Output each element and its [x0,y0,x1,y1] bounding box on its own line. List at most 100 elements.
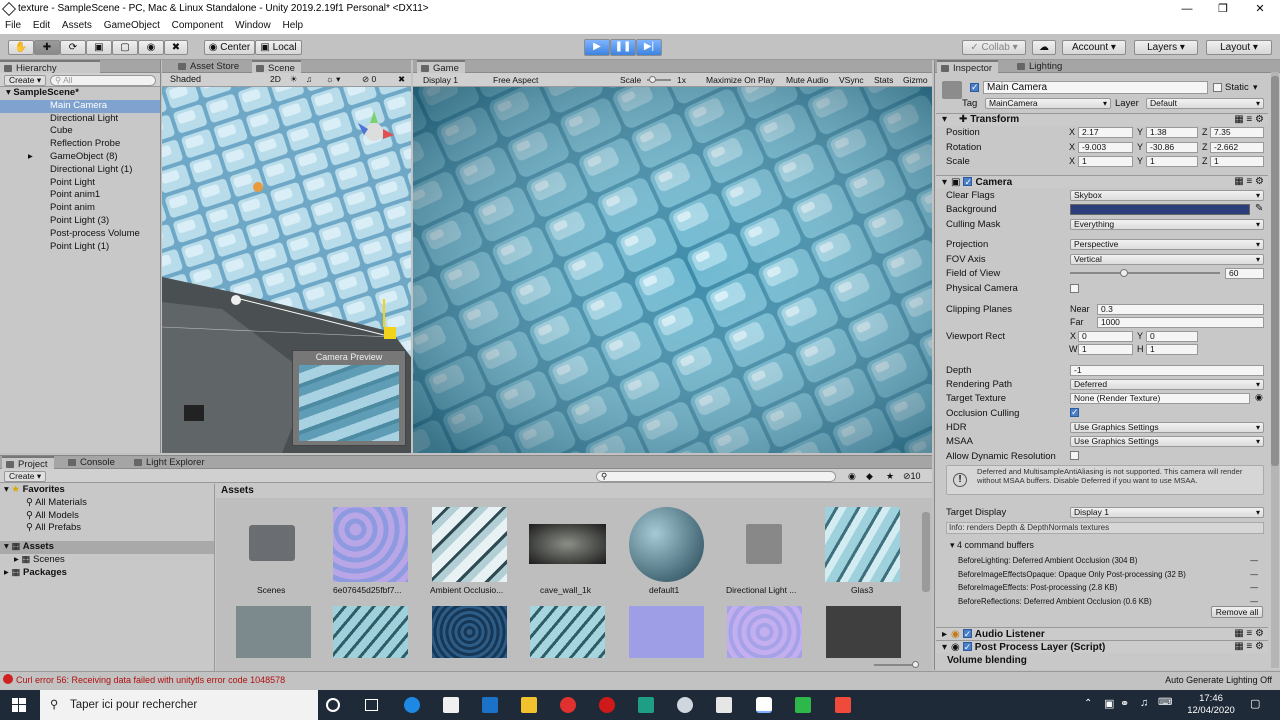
hidden-count-icon[interactable]: ⊘10 [903,469,921,483]
msaa-dropdown[interactable]: Use Graphics Settings [1070,436,1264,447]
audio-listener-header[interactable]: ▸ ◉ Audio Listener ▦ ≡ ⚙ [936,627,1268,640]
menu-help[interactable]: Help [282,20,303,31]
remove-all-button[interactable]: Remove all [1211,606,1263,618]
post-process-checkbox[interactable] [962,641,972,653]
fov-slider[interactable] [1070,269,1220,277]
search-by-type-icon[interactable]: ◉ [848,469,856,483]
maximize-on-play-toggle[interactable]: Maximize On Play [706,73,775,87]
rotation-y-field[interactable]: -30.86 [1146,142,1198,153]
physical-camera-checkbox[interactable] [1070,284,1079,293]
viewport-h-field[interactable]: 1 [1146,344,1198,355]
post-process-header[interactable]: ▾ ◉ Post Process Layer (Script) ▦ ≡ ⚙ [936,640,1268,653]
tab-hierarchy[interactable]: Hierarchy [0,60,100,74]
collab-button[interactable]: ✓ Collab ▾ [962,40,1026,55]
rotation-z-field[interactable]: -2.662 [1210,142,1264,153]
menu-file[interactable]: File [5,20,21,31]
dark-thumbnail[interactable] [826,606,901,658]
menu-window[interactable]: Window [235,20,271,31]
windows-start-icon[interactable] [12,698,26,712]
rotate-tool-icon[interactable]: ⟳ [60,40,86,55]
scale-x-field[interactable]: 1 [1078,156,1133,167]
app-icon[interactable] [638,697,654,713]
hierarchy-item[interactable]: Point anim [0,202,160,215]
hierarchy-create-dropdown[interactable]: Create ▾ [4,75,46,86]
app-icon[interactable] [835,697,851,713]
assets-folder-item[interactable]: ▾ ▦ Assets [0,541,214,554]
scale-y-field[interactable]: 1 [1146,156,1198,167]
favorite-item[interactable]: ⚲ All Prefabs [0,522,214,535]
tray-keyboard-icon[interactable]: ⌨ [1158,697,1172,708]
inspector-scrollbar[interactable] [1271,72,1279,668]
occlusion-culling-checkbox[interactable] [1070,407,1079,418]
viewport-y-field[interactable]: 0 [1146,331,1198,342]
folder-icon[interactable] [249,525,295,561]
scenes-folder-item[interactable]: ▸ ▦ Scenes [0,554,214,567]
hidden-objects-count[interactable]: ⊘ 0 [358,75,392,86]
far-field[interactable]: 1000 [1097,317,1264,328]
lighting-settings-icon[interactable] [746,524,782,564]
edge-icon[interactable] [404,697,420,713]
mute-audio-toggle[interactable]: Mute Audio [786,73,829,87]
hierarchy-item[interactable]: Point Light (3) [0,215,160,228]
cortana-icon[interactable] [326,698,340,712]
tab-project[interactable]: Project [2,456,54,470]
collapse-arrow-icon[interactable]: ▾ [942,642,947,653]
normal-thumbnail[interactable] [629,606,704,658]
notifications-icon[interactable]: ▢ [1250,697,1260,710]
hierarchy-item[interactable]: Directional Light (1) [0,164,160,177]
tab-console[interactable]: Console [64,456,121,469]
normal-thumbnail[interactable] [727,606,802,658]
object-picker-icon[interactable]: ◉ [1255,392,1263,403]
gizmos-toggle[interactable]: Gizmo [903,73,928,87]
project-search-input[interactable]: ⚲ [596,471,836,482]
layout-dropdown[interactable]: Layout ▾ [1206,40,1272,55]
texture-thumbnail[interactable] [530,606,605,658]
component-menu-icon[interactable]: ▦ ≡ ⚙ [1234,628,1264,640]
scene-tools-icon[interactable]: ✖ [394,75,408,86]
custom-tool-icon[interactable]: ✖ [164,40,188,55]
hierarchy-item[interactable]: Point Light (1) [0,241,160,254]
tab-scene[interactable]: Scene [252,60,301,74]
packages-folder-item[interactable]: ▸ ▦ Packages [0,567,214,580]
scale-slider-thumb[interactable] [649,76,656,83]
target-display-dropdown[interactable]: Display 1 [1070,507,1264,518]
audio-listener-checkbox[interactable] [962,628,972,640]
menu-assets[interactable]: Assets [62,20,92,31]
normal-map-thumbnail[interactable] [333,507,408,582]
culling-mask-dropdown[interactable]: Everything [1070,219,1264,230]
search-by-label-icon[interactable]: ◆ [866,469,873,483]
favorite-item[interactable]: ⚲ All Models [0,510,214,523]
collapse-arrow-icon[interactable]: ▾ [942,114,947,125]
audio-toggle-icon[interactable]: ♫ [302,75,316,86]
rect-tool-icon[interactable]: ▢ [112,40,138,55]
ambient-occlusion-thumbnail[interactable] [432,507,507,582]
2d-toggle[interactable]: 2D [266,75,286,86]
projection-dropdown[interactable]: Perspective [1070,239,1264,250]
taskbar-search-input[interactable]: ⚲ Taper ici pour rechercher [40,690,318,720]
eyedropper-icon[interactable]: ✎ [1255,203,1263,214]
tray-chevron-icon[interactable]: ⌃ [1084,698,1092,709]
status-error-text[interactable]: Curl error 56: Receiving data failed wit… [16,675,285,685]
store-icon[interactable] [443,697,459,713]
mail-icon[interactable] [482,697,498,713]
aspect-dropdown[interactable]: Free Aspect [493,73,538,87]
tab-game[interactable]: Game [417,60,465,74]
component-menu-icon[interactable]: ▦ ≡ ⚙ [1234,114,1264,126]
rendering-path-dropdown[interactable]: Deferred [1070,379,1264,390]
stats-toggle[interactable]: Stats [874,73,893,87]
favorites-item[interactable]: ▾ ★ Favorites [0,484,214,497]
clear-flags-dropdown[interactable]: Skybox [1070,190,1264,201]
tray-clock[interactable]: 17:46 12/04/2020 [1186,693,1236,717]
position-x-field[interactable]: 2.17 [1078,127,1133,138]
texture-thumbnail[interactable] [432,606,507,658]
tray-globe-icon[interactable]: ⚭ [1120,697,1129,710]
component-menu-icon[interactable]: ▦ ≡ ⚙ [1234,641,1264,653]
object-name-field[interactable]: Main Camera [983,81,1208,94]
point-light-gizmo[interactable] [253,182,263,192]
pivot-local-button[interactable]: ▣ Local [255,40,302,55]
texture-thumbnail[interactable] [333,606,408,658]
camera-component-header[interactable]: ▾ ▣ Camera ▦ ≡ ⚙ [936,175,1268,188]
pause-button[interactable]: ❚❚ [610,39,636,56]
tray-volume-icon[interactable]: ♫ [1140,697,1148,709]
move-tool-icon[interactable]: ✚ [34,40,60,55]
